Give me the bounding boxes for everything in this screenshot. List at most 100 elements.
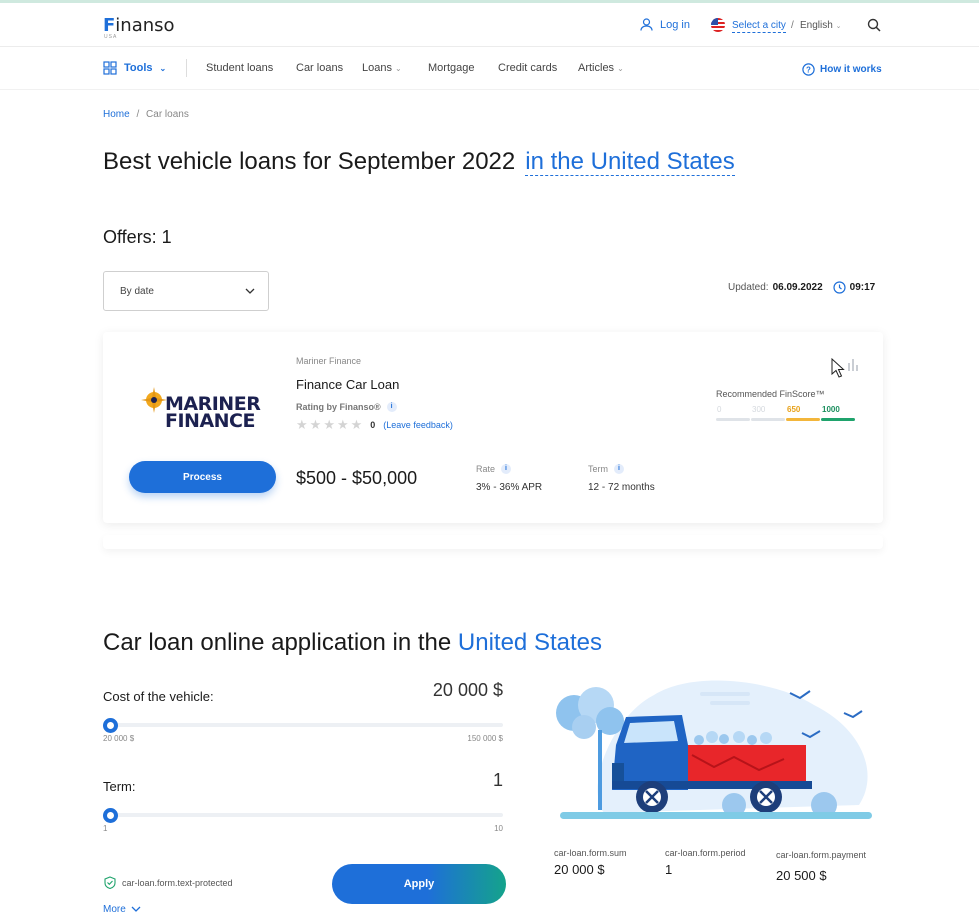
- finscore-segment-bar: [716, 418, 750, 421]
- star-icon[interactable]: ★: [337, 418, 349, 431]
- result-payment-value: 20 500 $: [776, 868, 827, 883]
- info-icon[interactable]: i: [386, 402, 397, 412]
- updated-date: 06.09.2022: [772, 282, 823, 293]
- cost-slider-track[interactable]: [103, 723, 503, 727]
- finscore-segment-bar: [751, 418, 785, 421]
- review-count: 0: [370, 420, 376, 430]
- rating-label: Rating by Finanso® i: [296, 402, 397, 412]
- breadcrumb: Home / Car loans: [103, 109, 189, 120]
- header-separator: /: [791, 20, 794, 31]
- main-nav: Tools ⌄ Student loans Car loans Loans ⌄ …: [0, 47, 979, 90]
- finscore-segment-label: 1000: [822, 405, 840, 414]
- sort-select[interactable]: By date: [103, 271, 269, 311]
- term-label: Term i: [588, 464, 624, 474]
- city-selector[interactable]: Select a city: [732, 20, 786, 33]
- logo-subtitle: USA: [104, 34, 118, 40]
- chevron-down-icon: ⌄: [617, 64, 624, 73]
- term-value: 12 - 72 months: [588, 482, 655, 493]
- breadcrumb-current: Car loans: [146, 109, 189, 120]
- star-icon[interactable]: ★: [310, 418, 322, 431]
- finscore-title: Recommended FinScore™: [716, 389, 825, 399]
- location-selector[interactable]: in the United States: [525, 148, 735, 176]
- product-name[interactable]: Finance Car Loan: [296, 377, 399, 392]
- rate-label: Rate i: [476, 464, 512, 474]
- language-selector[interactable]: English ⌄: [800, 20, 841, 31]
- leave-feedback-link[interactable]: (Leave feedback): [383, 420, 453, 430]
- term-field-label: Term:: [103, 779, 136, 794]
- lender-name: Mariner Finance: [296, 356, 362, 366]
- result-period-value: 1: [665, 862, 673, 877]
- finscore-segment: 650: [786, 405, 820, 421]
- breadcrumb-home[interactable]: Home: [103, 109, 130, 120]
- how-it-works-link[interactable]: ? How it works: [802, 63, 882, 76]
- nav-articles[interactable]: Articles ⌄: [578, 62, 624, 74]
- term-min: 1: [103, 824, 108, 833]
- mariner-finance-logo[interactable]: MARINER FINANCE: [141, 384, 271, 434]
- finscore-segment: 300: [751, 405, 785, 421]
- chevron-down-icon: ⌄: [159, 63, 167, 73]
- loan-amount: $500 - $50,000: [296, 468, 418, 488]
- nav-mortgage[interactable]: Mortgage: [428, 62, 474, 74]
- updated-time: 09:17: [849, 282, 876, 293]
- result-payment-label: car-loan.form.payment: [776, 850, 867, 860]
- star-icon[interactable]: ★: [323, 418, 335, 431]
- finscore-segment-bar: [786, 418, 820, 421]
- nav-loans[interactable]: Loans ⌄: [362, 62, 402, 74]
- login-link[interactable]: Log in: [640, 18, 690, 31]
- application-location[interactable]: United States: [458, 629, 602, 656]
- term-field-value: 1: [492, 770, 503, 790]
- mouse-cursor-icon: [831, 358, 845, 378]
- finscore-segment-label: 650: [787, 405, 801, 414]
- truck-illustration: [556, 680, 872, 819]
- result-sum-value: 20 000 $: [554, 862, 605, 877]
- finscore-segment-label: 300: [752, 405, 766, 414]
- cost-min: 20 000 $: [103, 734, 135, 743]
- result-sum-label: car-loan.form.sum: [554, 848, 627, 858]
- finscore-segment-bar: [821, 418, 855, 421]
- protected-text: car-loan.form.text-protected: [122, 877, 233, 888]
- finscore-segment: 1000: [821, 405, 855, 421]
- cost-value: 20 000 $: [432, 680, 503, 700]
- nav-student-loans[interactable]: Student loans: [206, 62, 273, 74]
- offers-count: Offers: 1: [103, 227, 172, 247]
- star-icon[interactable]: ★: [296, 418, 308, 431]
- sort-selected-value: By date: [120, 286, 154, 297]
- chevron-down-icon: ⌄: [395, 64, 402, 73]
- nav-divider: [186, 59, 187, 77]
- nav-car-loans[interactable]: Car loans: [296, 62, 343, 74]
- compare-chart-icon[interactable]: [847, 358, 859, 372]
- term-slider-track[interactable]: [103, 813, 503, 817]
- us-flag-icon: [711, 18, 725, 32]
- protected-notice: car-loan.form.text-protected: [104, 876, 233, 889]
- term-max: 10: [494, 824, 503, 833]
- finscore-scale: 0 300 650 1000: [716, 405, 855, 421]
- breadcrumb-separator: /: [136, 109, 140, 120]
- tools-label: Tools: [124, 62, 153, 74]
- nav-credit-cards[interactable]: Credit cards: [498, 62, 557, 74]
- cost-slider-handle[interactable]: [103, 718, 118, 733]
- updated-info: Updated: 06.09.2022 09:17: [728, 281, 875, 294]
- star-icon[interactable]: ★: [351, 418, 363, 431]
- shield-check-icon: [104, 876, 116, 889]
- question-icon: ?: [802, 63, 815, 76]
- chevron-down-icon: [131, 906, 141, 912]
- term-slider-handle[interactable]: [103, 808, 118, 823]
- logo[interactable]: Finanso: [103, 15, 175, 36]
- search-icon[interactable]: [867, 18, 881, 32]
- apply-button[interactable]: Apply: [332, 864, 506, 904]
- grid-icon: [103, 61, 117, 75]
- site-header: Finanso USA Log in Select a city / Engli…: [0, 3, 979, 47]
- info-icon[interactable]: i: [501, 464, 512, 474]
- tools-menu[interactable]: Tools ⌄: [103, 61, 166, 75]
- rate-value: 3% - 36% APR: [476, 482, 543, 493]
- updated-label: Updated:: [728, 282, 769, 293]
- process-button[interactable]: Process: [129, 461, 276, 493]
- login-label: Log in: [660, 18, 690, 31]
- compass-icon: [141, 387, 167, 413]
- finscore-segment: 0: [716, 405, 750, 421]
- card-placeholder: [103, 535, 883, 549]
- info-icon[interactable]: i: [614, 464, 624, 474]
- more-link[interactable]: More: [103, 904, 141, 915]
- chevron-down-icon: [245, 288, 255, 294]
- rating-stars: ★ ★ ★ ★ ★ 0 (Leave feedback): [296, 418, 453, 431]
